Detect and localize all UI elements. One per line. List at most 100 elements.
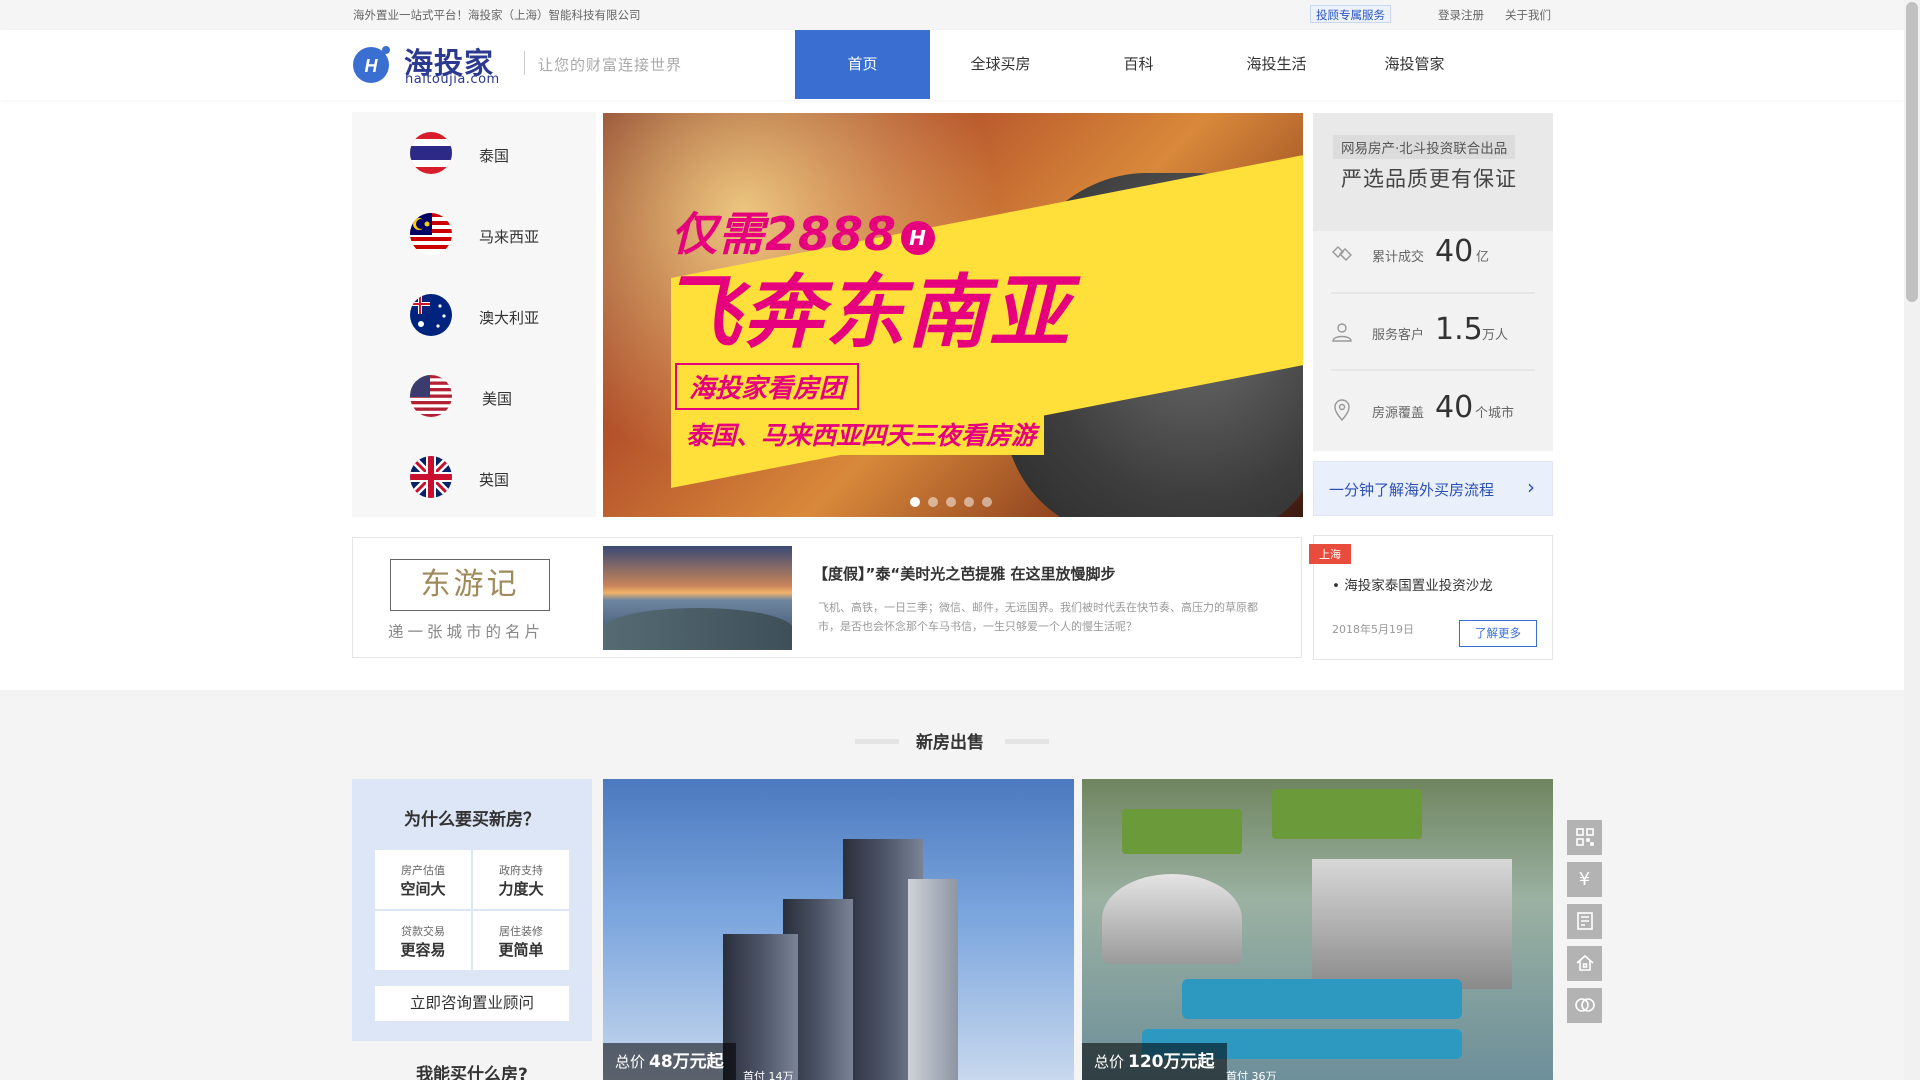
about-us-link[interactable]: 关于我们	[1505, 7, 1551, 23]
stat-value: 1.5	[1435, 312, 1483, 347]
location-pin-icon	[1330, 398, 1354, 422]
banner-headline: 飞奔东南亚	[661, 266, 1071, 359]
handshake-icon	[1330, 242, 1354, 266]
link-rings-icon[interactable]	[1567, 988, 1602, 1023]
title-decoration	[855, 739, 899, 744]
stat-key: 累计成交	[1372, 250, 1425, 265]
stat-customers: 服务客户 1.5 万人	[1313, 294, 1553, 370]
country-list: 泰国 马来西亚 澳大利亚 美国 英国	[352, 112, 596, 517]
nav-home[interactable]: 首页	[795, 30, 930, 99]
logo-mark-icon[interactable]: H	[352, 43, 394, 85]
tagline: 让您的财富连接世界	[538, 56, 683, 74]
house-card-1[interactable]	[603, 779, 1074, 1080]
chevron-right-icon: ›	[1527, 475, 1535, 499]
stat-value: 40	[1435, 390, 1474, 425]
down-payment: 首付 36万	[1226, 1070, 1277, 1080]
nav-butler[interactable]: 海投管家	[1347, 30, 1482, 99]
title-decoration	[1005, 739, 1049, 744]
what-can-i-buy-title: 我能买什么房?	[416, 1065, 528, 1080]
country-item-malaysia[interactable]: 马来西亚	[352, 201, 596, 271]
country-item-thailand[interactable]: 泰国	[352, 120, 596, 190]
house-card-2[interactable]	[1082, 779, 1553, 1080]
stat-unit: 亿	[1476, 250, 1490, 265]
why-cell-big: 更容易	[400, 941, 446, 959]
carousel-dot[interactable]	[964, 497, 974, 507]
logo-letter: H	[365, 56, 379, 76]
scrollbar-thumb[interactable]	[1906, 2, 1918, 302]
nav-wiki[interactable]: 百科	[1071, 30, 1206, 99]
thailand-flag-icon	[410, 132, 452, 174]
malaysia-flag-icon	[410, 213, 452, 255]
carousel-dot[interactable]	[982, 497, 992, 507]
stats-headline: 严选品质更有保证	[1341, 167, 1517, 191]
learn-more-button[interactable]: 了解更多	[1459, 620, 1537, 647]
stats-panel: 网易房产·北斗投资联合出品 严选品质更有保证 累计成交 40 亿 服务客户 1.…	[1313, 113, 1553, 451]
dongyouji-brand: 东游记	[420, 567, 520, 602]
calculator-icon[interactable]	[1567, 904, 1602, 939]
event-title[interactable]: • 海投家泰国置业投资沙龙	[1332, 574, 1493, 594]
stat-unit: 万人	[1482, 328, 1509, 343]
price-label: 总价	[1094, 1053, 1125, 1071]
why-cell-big: 力度大	[498, 880, 544, 898]
building-image	[1122, 809, 1242, 854]
site-slogan: 海外置业一站式平台！海投家（上海）智能科技有限公司	[353, 8, 641, 22]
why-cell: 贷款交易 更容易	[375, 911, 471, 970]
login-register-link[interactable]: 登录注册	[1438, 7, 1484, 23]
why-cell-small: 政府支持	[499, 864, 543, 877]
building-image	[908, 879, 958, 1080]
qr-code-icon[interactable]	[1567, 820, 1602, 855]
price-label: 总价	[615, 1053, 646, 1071]
house-icon[interactable]	[1567, 946, 1602, 981]
consult-advisor-button[interactable]: 立即咨询置业顾问	[375, 986, 569, 1021]
buy-process-link[interactable]: 一分钟了解海外买房流程 ›	[1313, 461, 1553, 516]
article-thumbnail[interactable]	[603, 546, 792, 650]
price-value: 120万元起	[1128, 1052, 1215, 1072]
nav-global-buy[interactable]: 全球买房	[933, 30, 1068, 99]
down-payment: 首付 14万	[743, 1070, 794, 1080]
banner-tour-desc: 泰国、马来西亚四天三夜看房游	[678, 413, 1045, 455]
house-price-badge: 总价 48万元起	[603, 1043, 736, 1080]
banner-tour-name: 海投家看房团	[675, 363, 860, 410]
article-description: 飞机、高铁，一日三季；微信、邮件，无远国界。我们被时代丢在快节奏、高压力的草原都…	[818, 601, 1258, 633]
country-item-australia[interactable]: 澳大利亚	[352, 282, 596, 352]
uk-flag-icon	[410, 456, 452, 498]
buy-process-label: 一分钟了解海外买房流程	[1329, 481, 1495, 499]
dongyouji-logo[interactable]: 东游记	[390, 559, 550, 611]
yuan-icon[interactable]: ¥	[1567, 862, 1602, 897]
why-cell-small: 居住装修	[499, 925, 543, 938]
dongyouji-subtitle: 递一张城市的名片	[388, 623, 545, 641]
carousel-dot[interactable]	[928, 497, 938, 507]
australia-flag-icon	[410, 294, 452, 336]
carousel-dots	[910, 492, 1000, 511]
country-item-usa[interactable]: 美国	[352, 363, 596, 433]
why-cell-small: 贷款交易	[401, 925, 445, 938]
country-label: 美国	[482, 390, 513, 408]
section-title: 新房出售	[916, 733, 984, 753]
stats-label: 网易房产·北斗投资联合出品	[1333, 135, 1516, 159]
country-label: 马来西亚	[479, 228, 540, 246]
article-title[interactable]: 【度假】”泰“美时光之芭提雅 在这里放慢脚步	[813, 563, 1115, 584]
promo-banner[interactable]: 仅需2888 H 飞奔东南亚 海投家看房团 泰国、马来西亚四天三夜看房游	[603, 113, 1303, 517]
top-bar: 海外置业一站式平台！海投家（上海）智能科技有限公司 投顾专属服务 登录注册 关于…	[0, 0, 1904, 30]
event-card: 上海 • 海投家泰国置业投资沙龙 2018年5月19日 了解更多	[1309, 535, 1553, 660]
building-image	[1312, 859, 1512, 989]
why-cell: 居住装修 更简单	[473, 911, 569, 970]
why-grid: 房产估值 空间大 政府支持 力度大 贷款交易 更容易 居住装修 更简单	[375, 850, 569, 970]
user-icon	[1330, 320, 1354, 344]
building-image	[1272, 789, 1422, 839]
country-item-uk[interactable]: 英国	[352, 444, 596, 514]
house-price-badge: 总价 120万元起	[1082, 1043, 1227, 1080]
logo-divider	[524, 51, 525, 75]
nav-life[interactable]: 海投生活	[1209, 30, 1344, 99]
building-image	[1102, 874, 1242, 964]
usa-flag-icon	[410, 375, 452, 417]
vip-service-link[interactable]: 投顾专属服务	[1310, 5, 1391, 23]
stats-header: 网易房产·北斗投资联合出品 严选品质更有保证	[1313, 113, 1553, 231]
why-new-home-panel: 为什么要买新房？ 房产估值 空间大 政府支持 力度大 贷款交易 更容易 居住装修 更简单…	[352, 779, 592, 1041]
event-city-badge: 上海	[1309, 544, 1351, 564]
divider	[375, 909, 569, 911]
carousel-dot[interactable]	[946, 497, 956, 507]
carousel-dot[interactable]	[910, 497, 920, 507]
why-title: 为什么要买新房？	[404, 810, 540, 830]
stat-key: 服务客户	[1372, 328, 1425, 343]
